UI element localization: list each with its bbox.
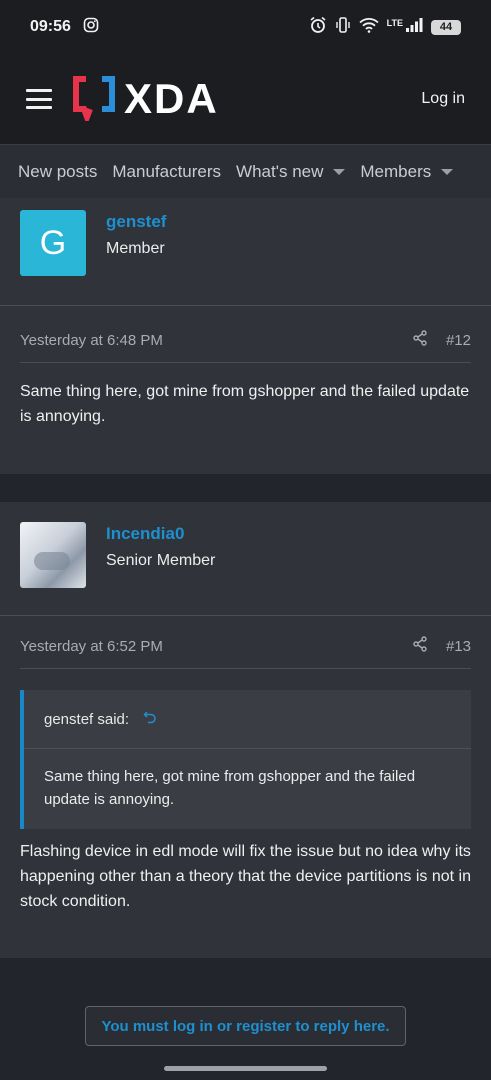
- divider: [0, 305, 491, 306]
- caret-down-icon[interactable]: [441, 168, 454, 175]
- vibrate-icon: [335, 16, 351, 39]
- post-timestamp[interactable]: Yesterday at 6:52 PM: [20, 638, 163, 655]
- wifi-icon: [359, 17, 379, 38]
- xda-logo[interactable]: XDA: [72, 73, 219, 126]
- quote-block: genstef said: Same thing here, got mine …: [20, 690, 471, 829]
- post-card-12: G genstef Member Yesterday at 6:48 PM #1…: [0, 198, 491, 474]
- status-icons: LTE 44: [309, 16, 461, 39]
- post-card-13: Incendia0 Senior Member Yesterday at 6:5…: [0, 502, 491, 958]
- username[interactable]: Incendia0: [106, 524, 215, 544]
- status-bar: 09:56 LTE 44: [0, 0, 491, 54]
- username[interactable]: genstef: [106, 212, 166, 232]
- logo-wordmark: XDA: [124, 75, 219, 122]
- user-title: Member: [106, 240, 165, 257]
- post-meta: Yesterday at 6:48 PM #12: [0, 318, 491, 362]
- user-title: Senior Member: [106, 552, 216, 569]
- post-meta: Yesterday at 6:52 PM #13: [0, 624, 491, 668]
- post-author: Incendia0 Senior Member: [0, 502, 491, 615]
- quote-author: genstef said:: [44, 710, 130, 728]
- divider: [20, 668, 471, 669]
- alarm-icon: [309, 16, 327, 39]
- quote-header: genstef said:: [24, 690, 471, 748]
- nav-new-posts[interactable]: New posts: [18, 162, 97, 182]
- post-number[interactable]: #13: [446, 638, 471, 655]
- login-to-reply-button[interactable]: You must log in or register to reply her…: [85, 1006, 406, 1046]
- jump-to-quote-icon[interactable]: [143, 710, 157, 728]
- login-link[interactable]: Log in: [421, 90, 465, 108]
- network-type: LTE: [386, 17, 403, 28]
- status-time: 09:56: [30, 18, 71, 35]
- post-author: G genstef Member: [0, 198, 491, 305]
- battery-icon: 44: [431, 19, 461, 35]
- post-body: Same thing here, got mine from gshopper …: [20, 383, 470, 425]
- avatar[interactable]: [20, 522, 86, 588]
- instagram-icon: [83, 17, 99, 38]
- nav-whats-new[interactable]: What's new: [236, 162, 346, 182]
- logo-bracket-icon: [72, 73, 116, 126]
- signal-icon: [405, 17, 423, 38]
- site-header: XDA Log in: [0, 54, 491, 144]
- divider: [0, 615, 491, 616]
- quote-text: Same thing here, got mine from gshopper …: [44, 768, 416, 808]
- share-icon[interactable]: [412, 330, 428, 350]
- avatar[interactable]: G: [20, 210, 86, 276]
- post-body: Flashing device in edl mode will fix the…: [20, 843, 471, 910]
- caret-down-icon[interactable]: [333, 168, 346, 175]
- post-timestamp[interactable]: Yesterday at 6:48 PM: [20, 332, 163, 349]
- post-number[interactable]: #12: [446, 332, 471, 349]
- nav-manufacturers[interactable]: Manufacturers: [112, 162, 221, 182]
- share-icon[interactable]: [412, 636, 428, 656]
- home-indicator[interactable]: [164, 1066, 327, 1071]
- menu-icon[interactable]: [26, 89, 52, 109]
- nav-members[interactable]: Members: [360, 162, 454, 182]
- main-nav: New posts Manufacturers What's new Membe…: [0, 144, 491, 198]
